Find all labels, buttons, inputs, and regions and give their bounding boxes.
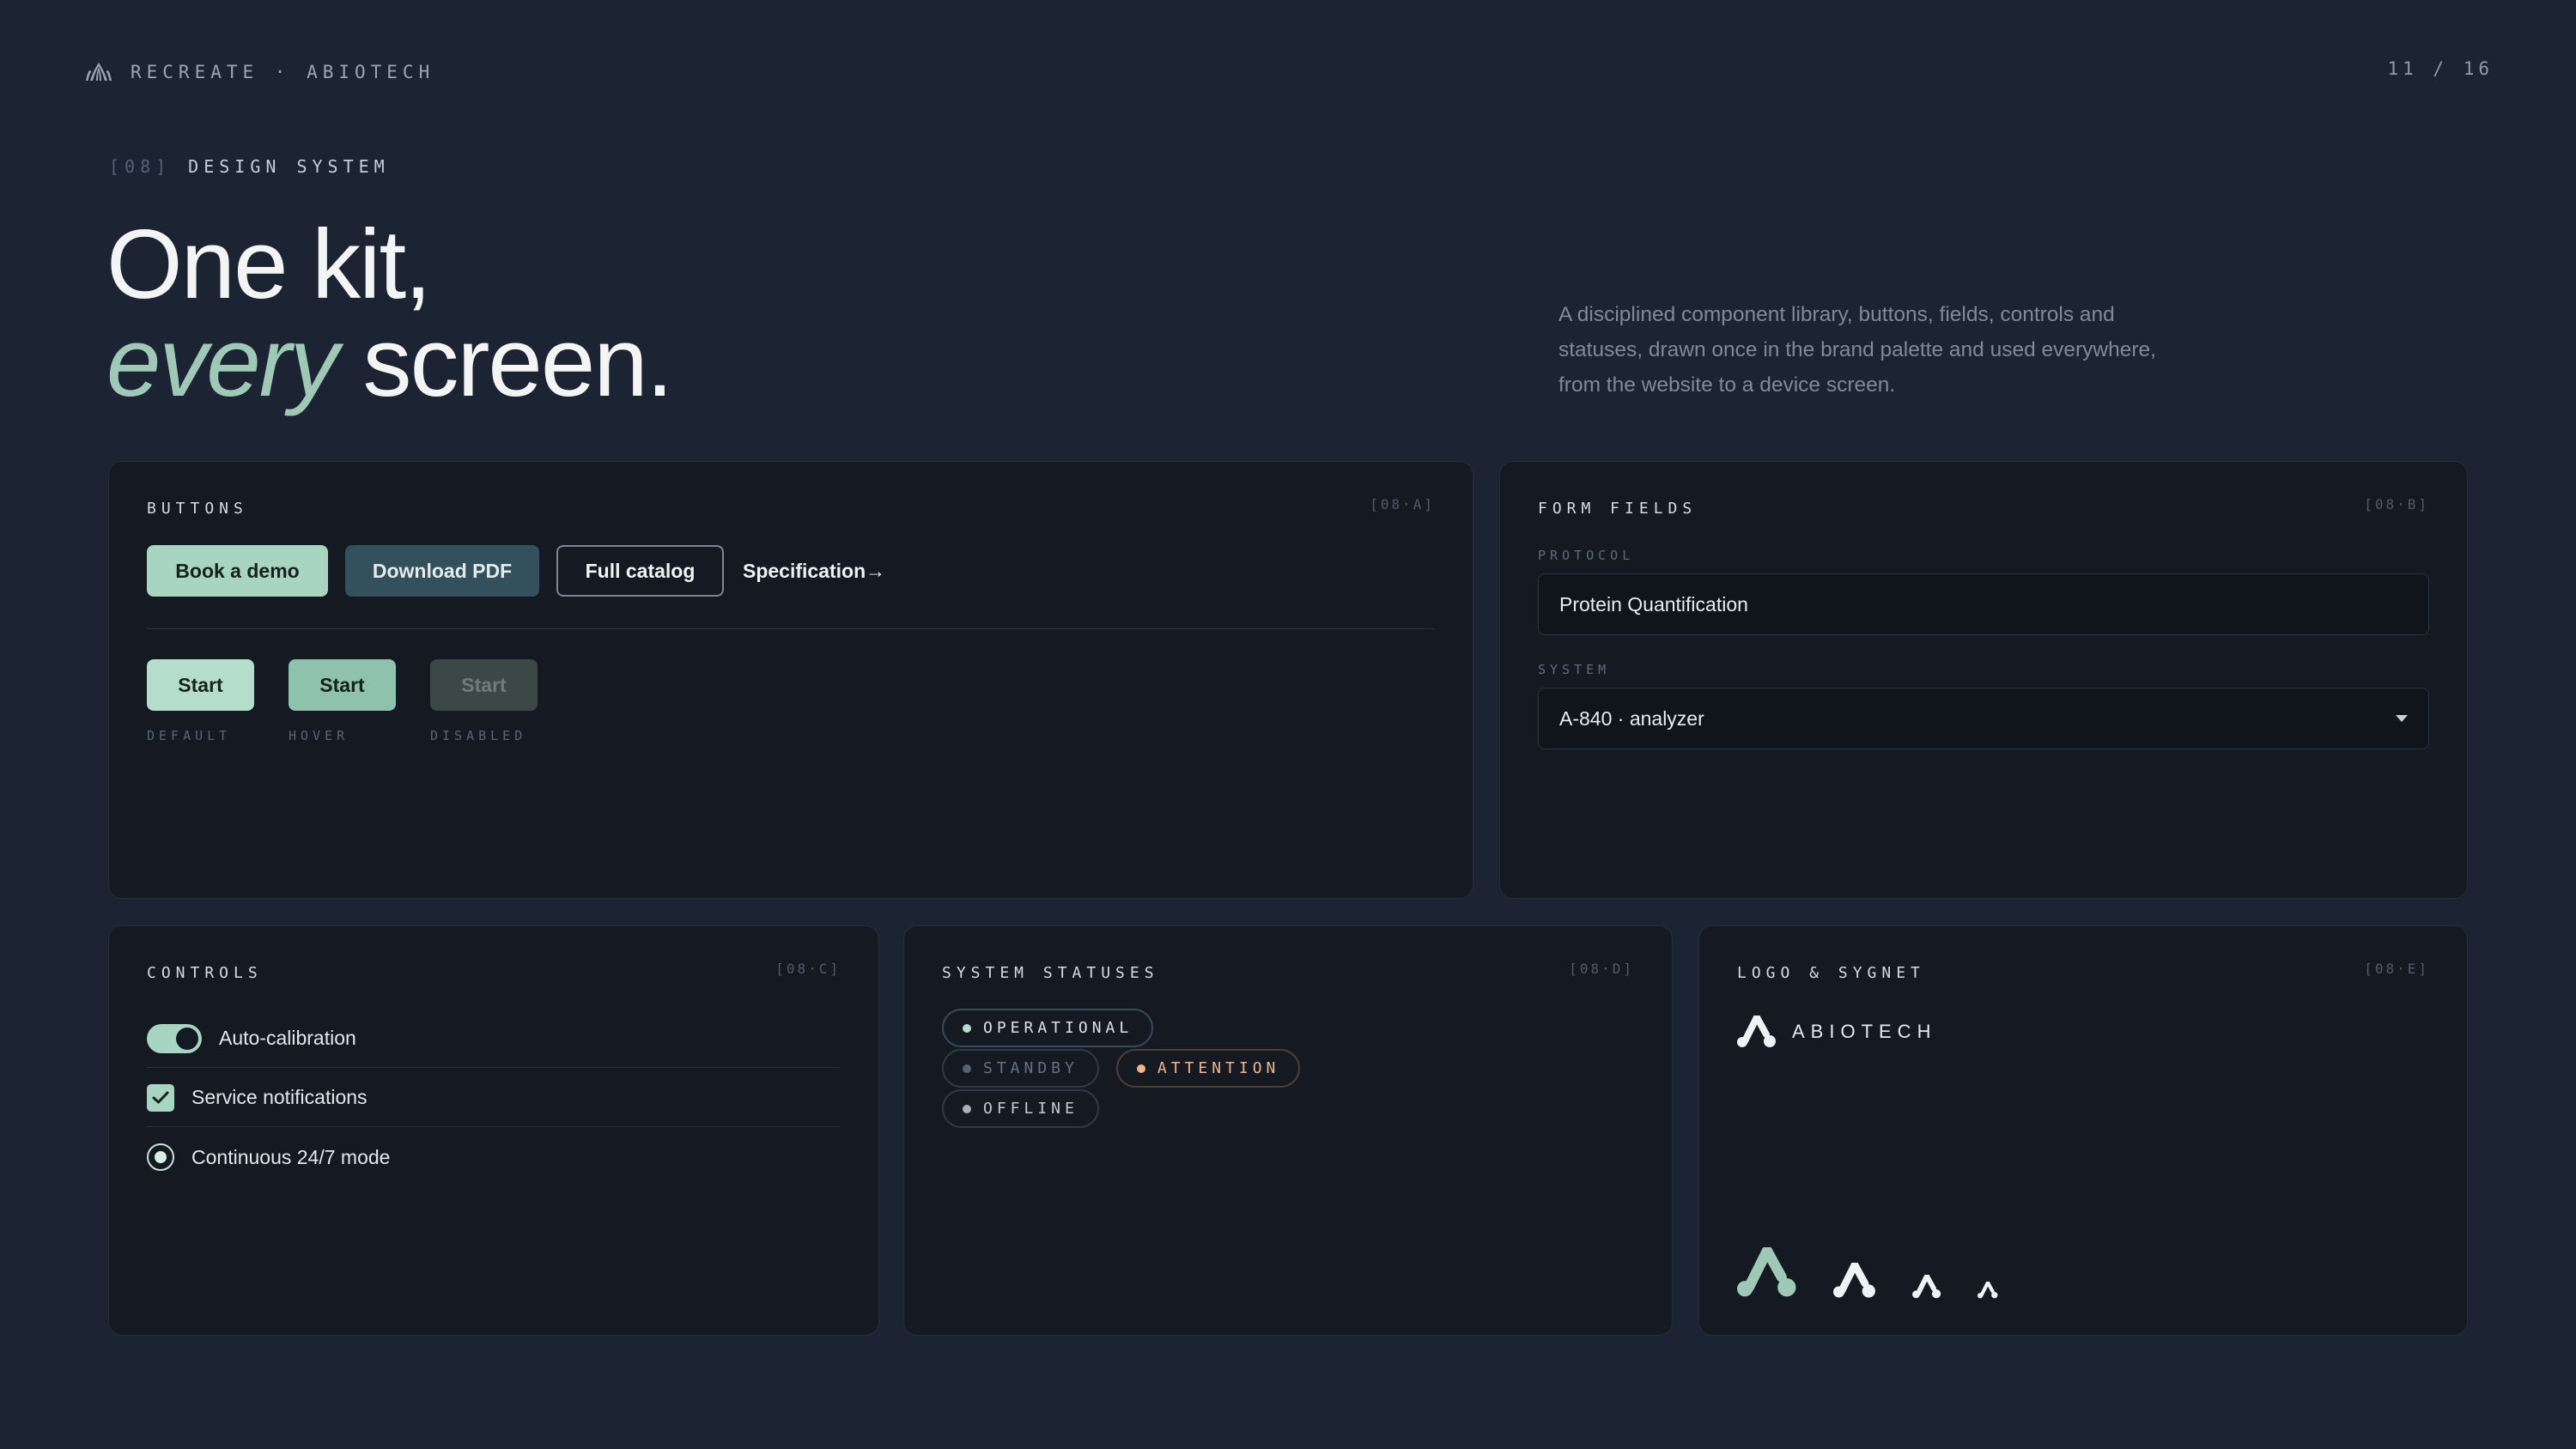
- headline-line-2-rest: screen.: [362, 308, 673, 417]
- card-title: LOGO & SYGNET: [1737, 964, 1925, 982]
- checkbox-label: Service notifications: [191, 1086, 368, 1108]
- status-attention-badge: ATTENTION: [1115, 1049, 1301, 1088]
- system-select[interactable]: A-840 · analyzer: [1538, 688, 2429, 749]
- status-operational-badge: OPERATIONAL: [942, 1009, 1154, 1047]
- status-standby-badge: STANDBY: [942, 1049, 1099, 1088]
- radio-dot: [155, 1151, 167, 1163]
- system-value: A-840 · analyzer: [1559, 706, 1704, 730]
- protocol-label: PROTOCOL: [1538, 548, 1635, 563]
- headline-accent-word: every: [106, 308, 339, 417]
- system-label: SYSTEM: [1538, 662, 1611, 677]
- section-label: [08] DESIGN SYSTEM: [109, 156, 390, 177]
- status-dot-icon: [963, 1104, 971, 1113]
- card-title: CONTROLS: [147, 964, 263, 982]
- logo-sygnet-card: LOGO & SYGNET [08·E] ABIOTECH: [1698, 925, 2468, 1336]
- card-code: [08·A]: [1370, 496, 1435, 512]
- specification-link[interactable]: Specification→: [741, 560, 885, 583]
- headline-line-2: every screen.: [106, 314, 673, 412]
- status-pills: OPERATIONAL STANDBY ATTENTION OFFLINE: [942, 1009, 1320, 1128]
- service-notifications-checkbox[interactable]: [147, 1083, 174, 1112]
- continuous-mode-row: Continuous 24/7 mode: [147, 1128, 841, 1186]
- state-hover: Start HOVER: [289, 659, 396, 743]
- start-button-default[interactable]: Start: [147, 659, 254, 711]
- button-states: Start DEFAULT Start HOVER Start DISABLED: [147, 659, 538, 743]
- state-disabled: Start DISABLED: [430, 659, 538, 743]
- status-dot-icon: [963, 1064, 971, 1073]
- sygnet-xsmall-icon: [1978, 1282, 1998, 1299]
- buttons-card: BUTTONS [08·A] Book a demo Download PDF …: [108, 461, 1473, 899]
- sygnet-icon: [1737, 1016, 1776, 1047]
- auto-calibration-row: Auto-calibration: [147, 1009, 841, 1068]
- start-button-hover[interactable]: Start: [289, 659, 396, 711]
- auto-calibration-toggle[interactable]: [147, 1023, 202, 1053]
- download-pdf-button[interactable]: Download PDF: [345, 545, 539, 597]
- form-fields-card: FORM FIELDS [08·B] PROTOCOL Protein Quan…: [1499, 461, 2468, 899]
- divider: [147, 628, 1435, 629]
- toggle-label: Auto-calibration: [219, 1027, 356, 1049]
- card-code: [08·B]: [2364, 496, 2429, 512]
- card-title: FORM FIELDS: [1538, 500, 1698, 518]
- brand-leaf-icon: [86, 63, 112, 81]
- service-notifications-row: Service notifications: [147, 1069, 841, 1127]
- card-code: [08·D]: [1569, 961, 1634, 977]
- state-caption: DISABLED: [430, 728, 527, 743]
- radio-label: Continuous 24/7 mode: [191, 1145, 391, 1168]
- full-catalog-button[interactable]: Full catalog: [556, 545, 724, 597]
- toggle-knob: [176, 1027, 198, 1050]
- status-dot-icon: [1136, 1064, 1145, 1073]
- book-demo-button[interactable]: Book a demo: [147, 545, 328, 597]
- sygnet-sizes: [1737, 1247, 1998, 1299]
- logo-lockup: ABIOTECH: [1737, 1016, 1936, 1048]
- headline-line-1: One kit,: [106, 210, 432, 319]
- sygnet-large-icon: [1737, 1247, 1796, 1297]
- status-label: OPERATIONAL: [983, 1019, 1133, 1037]
- status-offline-badge: OFFLINE: [942, 1089, 1099, 1128]
- controls-card: CONTROLS [08·C] Auto-calibration Service…: [108, 925, 879, 1336]
- state-default: Start DEFAULT: [147, 659, 254, 743]
- protocol-value: Protein Quantification: [1559, 592, 1748, 615]
- brand-header: RECREATE · ABIOTECH: [86, 62, 434, 82]
- wordmark: ABIOTECH: [1792, 1021, 1937, 1042]
- continuous-mode-radio[interactable]: [147, 1143, 174, 1171]
- page-counter: 11 / 16: [2387, 58, 2494, 79]
- state-caption: DEFAULT: [147, 728, 232, 743]
- brand-label: RECREATE · ABIOTECH: [131, 62, 435, 82]
- status-label: OFFLINE: [983, 1100, 1078, 1118]
- section-number: [08]: [109, 156, 172, 177]
- protocol-input[interactable]: Protein Quantification: [1538, 573, 2429, 635]
- button-variants: Book a demo Download PDF Full catalog Sp…: [147, 545, 885, 597]
- sygnet-small-icon: [1912, 1275, 1941, 1299]
- chevron-down-icon: [2396, 715, 2408, 722]
- card-title: BUTTONS: [147, 500, 248, 518]
- card-code: [08·C]: [775, 961, 841, 977]
- status-label: ATTENTION: [1157, 1059, 1280, 1077]
- checkmark-icon: [152, 1091, 169, 1103]
- page-headline: One kit, every screen.: [106, 210, 673, 412]
- card-title: SYSTEM STATUSES: [942, 964, 1159, 982]
- sygnet-medium-icon: [1833, 1263, 1875, 1298]
- state-caption: HOVER: [289, 728, 349, 743]
- status-dot-icon: [963, 1023, 971, 1033]
- system-statuses-card: SYSTEM STATUSES [08·D] OPERATIONAL STAND…: [903, 925, 1673, 1336]
- hero-description: A disciplined component library, buttons…: [1558, 303, 2156, 397]
- start-button-disabled: Start: [430, 659, 538, 711]
- card-code: [08·E]: [2364, 961, 2429, 977]
- section-title: DESIGN SYSTEM: [188, 156, 390, 177]
- status-label: STANDBY: [983, 1059, 1078, 1077]
